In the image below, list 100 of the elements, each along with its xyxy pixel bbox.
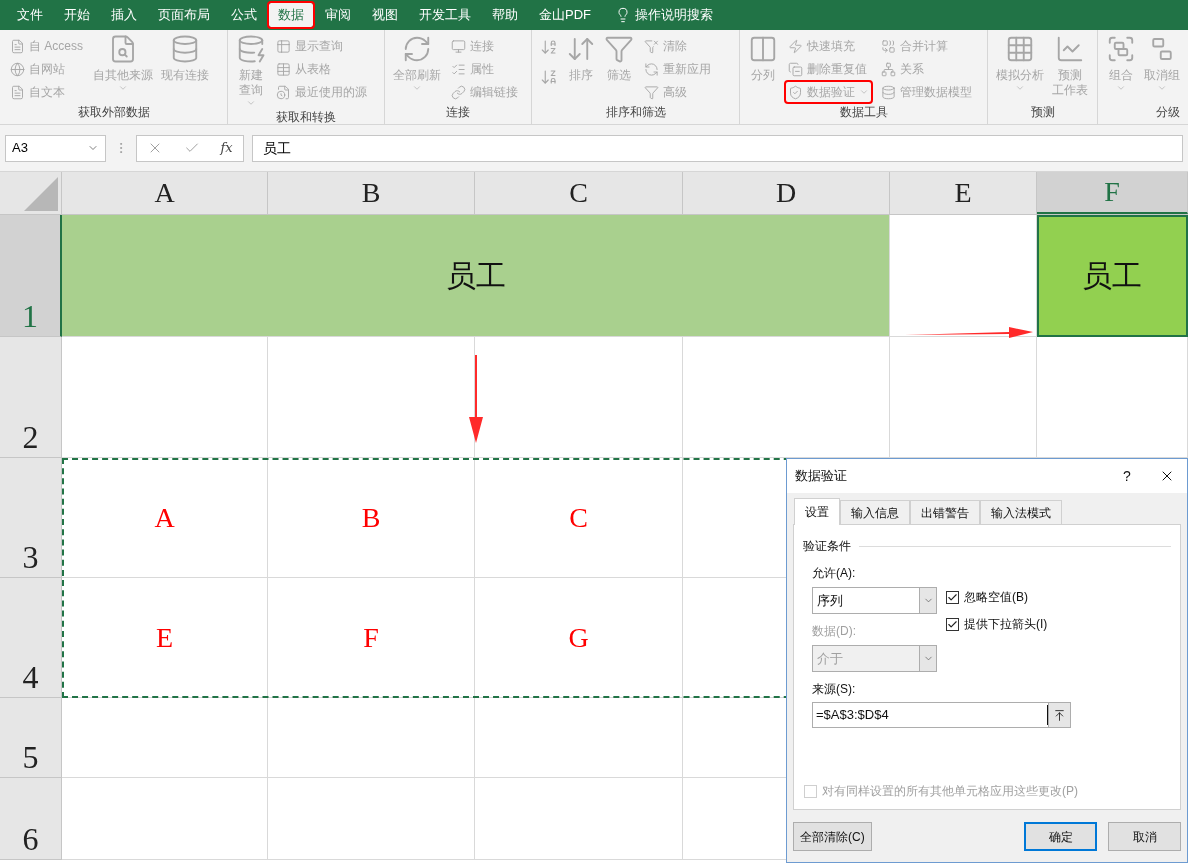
dialog-button[interactable]: 全部清除(C) xyxy=(793,822,872,851)
row-header[interactable]: 4 xyxy=(0,578,62,698)
ribbon-large-button[interactable]: 分列 xyxy=(748,34,778,83)
sort-ascending-button[interactable] xyxy=(540,38,558,56)
ribbon-button[interactable]: 数据验证 xyxy=(786,82,871,102)
row-header[interactable]: 3 xyxy=(0,458,62,578)
refresh-icon xyxy=(402,34,432,64)
empty-cell[interactable] xyxy=(475,778,683,860)
ribbon-large-button[interactable]: 模拟分析 xyxy=(996,34,1044,93)
ribbon-button[interactable]: 最近使用的源 xyxy=(274,82,369,102)
menu-tab[interactable]: 视图 xyxy=(363,3,407,27)
ribbon-large-button[interactable]: 排序 xyxy=(566,34,596,83)
dialog-tab[interactable]: 设置 xyxy=(794,498,840,525)
cell[interactable]: C xyxy=(475,458,683,578)
cell[interactable]: F xyxy=(268,578,475,698)
cell[interactable]: A xyxy=(62,458,268,578)
ribbon-button[interactable]: 快速填充 xyxy=(786,36,871,56)
ribbon-large-button[interactable]: 筛选 xyxy=(604,34,634,83)
checkbox[interactable] xyxy=(946,617,959,631)
ribbon-large-button[interactable]: 组合 xyxy=(1106,34,1136,93)
empty-cell[interactable] xyxy=(268,698,475,778)
ribbon-button[interactable]: 重新应用 xyxy=(642,59,713,79)
field-label: 来源(S): xyxy=(811,681,857,698)
column-header[interactable]: F xyxy=(1037,172,1188,214)
insert-function-button[interactable]: fx xyxy=(220,138,233,158)
ribbon-button[interactable]: 显示查询 xyxy=(274,36,369,56)
lightbulb-icon xyxy=(615,7,631,23)
caret-icon xyxy=(1116,83,1126,93)
ribbon-large-button[interactable]: 取消组 xyxy=(1144,34,1180,93)
cell[interactable]: E xyxy=(62,578,268,698)
dialog-button[interactable]: 确定 xyxy=(1024,822,1097,851)
dialog-tab[interactable]: 出错警告 xyxy=(910,500,980,524)
database-icon xyxy=(881,84,896,100)
column-header[interactable]: A xyxy=(62,172,268,214)
row-header[interactable]: 5 xyxy=(0,698,62,778)
ribbon-button[interactable]: 自 Access xyxy=(8,36,85,56)
menu-tab[interactable]: 数据 xyxy=(269,3,313,27)
ribbon-button[interactable]: 合并计算 xyxy=(879,36,974,56)
menu-tab[interactable]: 文件 xyxy=(8,3,52,27)
menu-tab[interactable]: 开始 xyxy=(55,3,99,27)
source-field[interactable]: =$A$3:$D$4 xyxy=(812,702,1071,728)
menu-tab[interactable]: 公式 xyxy=(222,3,266,27)
dialog-tab[interactable]: 输入信息 xyxy=(840,500,910,524)
ribbon-button[interactable]: 高级 xyxy=(642,82,713,102)
ribbon-button[interactable]: 关系 xyxy=(879,59,974,79)
dropdown[interactable]: 序列 xyxy=(812,587,937,614)
funnel-icon xyxy=(644,84,659,100)
tell-me-search[interactable]: 操作说明搜索 xyxy=(635,5,713,25)
menu-tab[interactable]: 金山PDF xyxy=(530,3,600,27)
ribbon-large-button[interactable]: 预测 工作表 xyxy=(1052,34,1088,98)
dialog-button[interactable]: 取消 xyxy=(1108,822,1181,851)
ribbon-button[interactable]: 管理数据模型 xyxy=(879,82,974,102)
document-icon xyxy=(10,84,25,100)
ribbon-large-button[interactable]: 全部刷新 xyxy=(393,34,441,93)
ribbon-button[interactable]: 属性 xyxy=(449,59,520,79)
empty-cell[interactable] xyxy=(268,778,475,860)
ribbon-large-button[interactable]: 新建 查询 xyxy=(236,34,266,108)
menu-tab[interactable]: 帮助 xyxy=(483,3,527,27)
row-header[interactable]: 2 xyxy=(0,337,62,458)
merged-cell[interactable]: 员工 xyxy=(62,215,890,337)
column-header[interactable]: B xyxy=(268,172,475,214)
link-icon xyxy=(451,84,466,100)
group-icon xyxy=(1106,34,1136,64)
document-icon xyxy=(10,38,25,54)
empty-cell[interactable] xyxy=(475,698,683,778)
checkbox-label: 提供下拉箭头(I) xyxy=(964,616,1048,633)
ribbon-button[interactable]: 清除 xyxy=(642,36,713,56)
ribbon-button[interactable]: 删除重复值 xyxy=(786,59,871,79)
sort-descending-button[interactable] xyxy=(540,68,558,86)
menu-tab[interactable]: 开发工具 xyxy=(410,3,480,27)
row-header[interactable]: 1 xyxy=(0,215,62,337)
help-button[interactable]: ? xyxy=(1107,465,1147,487)
column-header[interactable]: C xyxy=(475,172,683,214)
dialog-tab[interactable]: 输入法模式 xyxy=(980,500,1062,524)
shield-check-icon xyxy=(788,84,803,100)
ribbon-large-button[interactable]: 自其他来源 xyxy=(93,34,153,93)
table-icon xyxy=(276,61,291,77)
collapse-button[interactable] xyxy=(1048,703,1070,727)
section-label: 验证条件 xyxy=(803,538,851,555)
menu-tab[interactable]: 页面布局 xyxy=(149,3,219,27)
active-cell[interactable]: 员工 xyxy=(1037,215,1188,337)
ribbon-button[interactable]: 连接 xyxy=(449,36,520,56)
ribbon-button[interactable]: 自网站 xyxy=(8,59,85,79)
menu-tab[interactable]: 审阅 xyxy=(316,3,360,27)
formula-input[interactable]: 员工 xyxy=(252,134,1183,162)
group-label: 数据工具 xyxy=(838,104,889,121)
group-label: 分级 xyxy=(1154,104,1181,121)
name-box[interactable]: A3 xyxy=(5,134,106,162)
checkbox[interactable] xyxy=(946,590,959,604)
column-header[interactable]: D xyxy=(683,172,890,214)
ribbon-button[interactable]: 从表格 xyxy=(274,59,369,79)
cell[interactable]: G xyxy=(475,578,683,698)
cell[interactable]: B xyxy=(268,458,475,578)
ribbon-button[interactable]: 编辑链接 xyxy=(449,82,520,102)
caret-icon xyxy=(1157,83,1167,93)
ribbon-button[interactable]: 自文本 xyxy=(8,82,85,102)
row-header[interactable]: 6 xyxy=(0,778,62,860)
menu-tab[interactable]: 插入 xyxy=(102,3,146,27)
ribbon-large-button[interactable]: 现有连接 xyxy=(161,34,209,83)
columns-icon xyxy=(748,34,778,64)
